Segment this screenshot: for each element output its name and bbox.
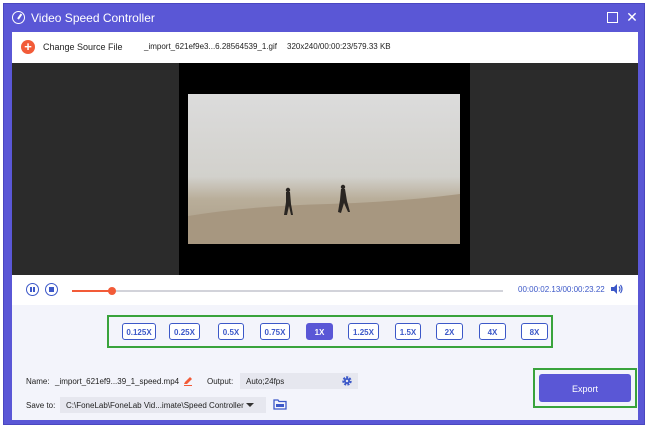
main-panel: + Change Source File _import_621ef9e3...… xyxy=(12,32,638,420)
gear-icon[interactable] xyxy=(341,375,353,387)
edit-icon[interactable] xyxy=(183,376,193,386)
export-button[interactable]: Export xyxy=(539,374,631,402)
speed-option-2x[interactable]: 2X xyxy=(436,323,463,340)
maximize-icon[interactable] xyxy=(605,10,619,24)
save-path-field[interactable]: C:\FoneLab\FoneLab Vid...imate\Speed Con… xyxy=(60,397,266,413)
save-to-label: Save to: xyxy=(26,401,56,410)
progress-handle[interactable] xyxy=(107,287,116,295)
speed-option-1-25x[interactable]: 1.25X xyxy=(348,323,379,340)
speed-option-1-5x[interactable]: 1.5X xyxy=(395,323,421,340)
output-settings-field[interactable]: Auto;24fps xyxy=(240,373,358,389)
chevron-down-icon[interactable] xyxy=(246,403,254,407)
app-window: Video Speed Controller ✕ + Change Source… xyxy=(3,3,645,425)
name-label: Name: xyxy=(26,377,50,386)
source-filename: _import_621ef9e3...6.28564539_1.gif xyxy=(144,42,277,51)
speed-option-0-5x[interactable]: 0.5X xyxy=(218,323,244,340)
save-path-value: C:\FoneLab\FoneLab Vid...imate\Speed Con… xyxy=(66,401,244,410)
folder-icon[interactable] xyxy=(273,399,287,410)
export-highlight: Export xyxy=(533,368,637,408)
desert-scene xyxy=(188,184,460,244)
progress-track[interactable] xyxy=(72,287,503,295)
stop-button[interactable] xyxy=(45,283,58,296)
speed-option-1x[interactable]: 1X xyxy=(306,323,333,340)
speed-option-8x[interactable]: 8X xyxy=(521,323,548,340)
change-source-button[interactable]: Change Source File xyxy=(43,42,123,52)
window-title: Video Speed Controller xyxy=(31,11,155,25)
add-icon[interactable]: + xyxy=(21,40,35,54)
source-bar: + Change Source File _import_621ef9e3...… xyxy=(12,32,638,63)
playback-controls: 00:00:02.13/00:00:23.22 xyxy=(12,275,638,305)
speed-options-group: 0.125X 0.25X 0.5X 0.75X 1X 1.25X 1.5X 2X… xyxy=(107,315,553,348)
time-display: 00:00:02.13/00:00:23.22 xyxy=(518,285,605,294)
speed-option-0-125x[interactable]: 0.125X xyxy=(122,323,156,340)
close-icon[interactable]: ✕ xyxy=(625,10,639,24)
source-info: 320x240/00:00:23/579.33 KB xyxy=(287,42,391,51)
speed-option-0-25x[interactable]: 0.25X xyxy=(169,323,200,340)
output-name-value: _import_621ef9...39_1_speed.mp4 xyxy=(55,377,180,386)
volume-icon[interactable] xyxy=(610,283,624,295)
video-preview xyxy=(12,63,638,275)
video-frame xyxy=(179,63,470,275)
progress-fill xyxy=(72,290,112,292)
speed-option-4x[interactable]: 4X xyxy=(479,323,506,340)
title-bar: Video Speed Controller ✕ xyxy=(4,4,644,32)
pause-button[interactable] xyxy=(26,283,39,296)
speed-option-0-75x[interactable]: 0.75X xyxy=(260,323,290,340)
output-label: Output: xyxy=(207,377,234,386)
output-value: Auto;24fps xyxy=(246,377,285,386)
video-frame-image xyxy=(188,94,460,244)
app-logo-icon xyxy=(12,11,25,24)
